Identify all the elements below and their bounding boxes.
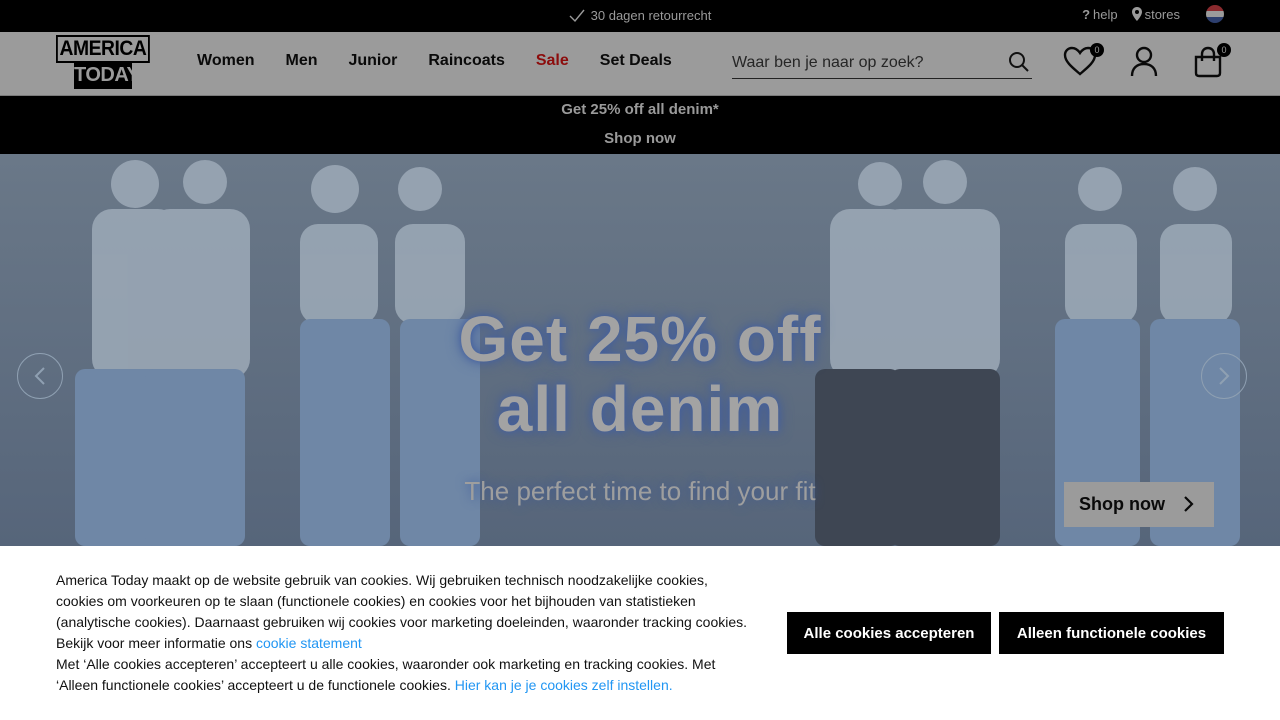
cookie-text: America Today maakt op de website gebrui…	[56, 570, 756, 696]
hero-banner: Get 25% off all denim The perfect time t…	[0, 154, 1280, 546]
cookie-text-1: America Today maakt op de website gebrui…	[56, 572, 748, 651]
wishlist-button[interactable]: 0	[1063, 43, 1104, 81]
carousel-prev-button[interactable]	[17, 353, 63, 399]
main-nav: Women Men Junior Raincoats Sale Set Deal…	[197, 52, 703, 70]
cookie-settings-link[interactable]: Hier kan je je cookies zelf instellen.	[455, 677, 673, 693]
cart-button[interactable]: 0	[1192, 43, 1231, 83]
wishlist-count-badge: 0	[1090, 43, 1104, 57]
chevron-left-icon	[34, 367, 45, 385]
question-icon: ?	[1082, 6, 1091, 22]
carousel-next-button[interactable]	[1201, 353, 1247, 399]
netherlands-flag-icon[interactable]	[1206, 5, 1224, 23]
nav-raincoats[interactable]: Raincoats	[428, 52, 504, 70]
usp-text: 30 dagen retourrecht	[590, 8, 712, 23]
accept-all-cookies-button[interactable]: Alle cookies accepteren	[787, 612, 991, 654]
cookie-consent-bar: America Today maakt op de website gebrui…	[0, 546, 1280, 720]
nav-men[interactable]: Men	[285, 52, 317, 70]
hero-headline-line-2: all denim	[496, 373, 784, 445]
chevron-right-icon	[1219, 367, 1230, 385]
nav-women[interactable]: Women	[197, 52, 254, 70]
hero-shop-now-label: Shop now	[1079, 494, 1165, 514]
logo-line-2: TODAY	[74, 61, 140, 89]
account-button[interactable]	[1130, 46, 1158, 83]
user-icon	[1130, 46, 1158, 77]
search-input[interactable]	[732, 51, 992, 75]
cookie-statement-link[interactable]: cookie statement	[256, 635, 362, 651]
help-link[interactable]: ? help	[1082, 7, 1118, 22]
main-header: AMERICA TODAY Women Men Junior Raincoats…	[0, 32, 1280, 96]
nav-set-deals[interactable]: Set Deals	[600, 52, 672, 70]
location-pin-icon	[1131, 7, 1142, 21]
promo-banner: Get 25% off all denim* Shop now	[0, 96, 1280, 154]
america-today-logo[interactable]: AMERICA TODAY	[56, 35, 150, 91]
checkmark-icon	[569, 9, 585, 23]
hero-headline-line-1: Get 25% off	[458, 303, 822, 375]
stores-label: stores	[1144, 6, 1180, 22]
search-icon[interactable]	[1008, 51, 1030, 73]
chevron-right-icon	[1184, 496, 1194, 512]
functional-cookies-only-button[interactable]: Alleen functionele cookies	[999, 612, 1224, 654]
top-bar: 30 dagen retourrecht ? help stores	[0, 0, 1280, 32]
hero-shop-now-button[interactable]: Shop now	[1064, 482, 1214, 527]
promo-title: Get 25% off all denim*	[561, 101, 719, 118]
help-label: help	[1093, 6, 1118, 22]
search-bar	[732, 46, 1032, 79]
logo-line-1: AMERICA	[56, 35, 150, 63]
nav-sale[interactable]: Sale	[536, 52, 569, 70]
nav-junior[interactable]: Junior	[348, 52, 397, 70]
stores-link[interactable]: stores	[1131, 6, 1180, 22]
cart-count-badge: 0	[1217, 43, 1231, 57]
promo-shop-now-link[interactable]: Shop now	[0, 130, 1280, 147]
